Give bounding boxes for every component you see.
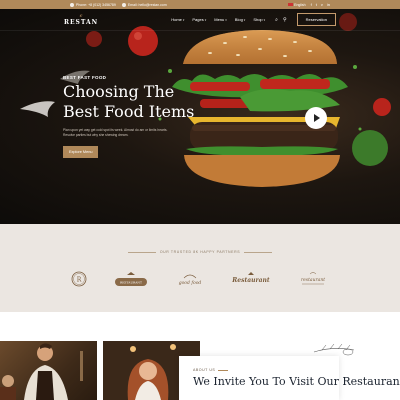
hero-section: ϵ RESTAN Home Pages Menu Blog Shop ⌕ ⚲ R…: [0, 9, 400, 224]
partners-heading: OUR TRUSTED 8K HAPPY PARTNERS: [0, 250, 400, 254]
partner-logo-3[interactable]: good food: [174, 270, 206, 292]
hero-title-line-2: Best Food Items: [63, 102, 195, 121]
hero-title: Choosing The Best Food Items: [63, 82, 203, 122]
flag-icon: [288, 2, 294, 6]
partner-logo-5[interactable]: restaurant: [296, 270, 330, 292]
reservation-button[interactable]: Reservation: [296, 13, 336, 26]
partners-heading-text: OUR TRUSTED 8K HAPPY PARTNERS: [159, 250, 241, 254]
about-section: ABOUT US We Invite You To Visit Our Rest…: [0, 312, 400, 400]
nav-item-shop[interactable]: Shop: [253, 17, 265, 22]
language-selector[interactable]: English: [288, 2, 306, 7]
email-contact[interactable]: Email: hello@restan.com: [121, 2, 167, 7]
divider: [127, 251, 156, 253]
site-logo[interactable]: ϵ RESTAN: [64, 13, 99, 26]
phone-text: Phone: +8 (012) 3456789: [76, 2, 116, 7]
email-icon: [121, 2, 126, 7]
facebook-icon[interactable]: f: [311, 2, 312, 7]
main-nav: ϵ RESTAN Home Pages Menu Blog Shop ⌕ ⚲ R…: [0, 9, 400, 31]
about-label: ABOUT US: [193, 368, 325, 372]
hero-description: Plan upon yet way get cold spot its week…: [63, 128, 168, 137]
nav-item-blog[interactable]: Blog: [235, 17, 246, 22]
restaurant-photo-waiter: [0, 341, 97, 400]
about-card: ABOUT US We Invite You To Visit Our Rest…: [179, 356, 400, 400]
email-text: Email: hello@restan.com: [127, 2, 167, 7]
partners-section: OUR TRUSTED 8K HAPPY PARTNERS R RESTAURA…: [0, 224, 400, 312]
about-title: We Invite You To Visit Our Restaurant: [193, 375, 400, 388]
partner-logo-3-text: good food: [179, 280, 202, 286]
divider: [218, 369, 229, 371]
nav-menu: Home Pages Menu Blog Shop: [171, 17, 265, 22]
partner-logos: R RESTAURANT good food Restaurant restau…: [70, 267, 330, 295]
top-bar: Phone: +8 (012) 3456789 Email: hello@res…: [0, 0, 400, 9]
hero-title-line-1: Choosing The: [63, 82, 175, 101]
nav-item-menu[interactable]: Menu: [214, 17, 227, 22]
hero-content: BEST FAST FOOD Choosing The Best Food It…: [63, 75, 203, 158]
partner-logo-1-text: R: [77, 277, 82, 284]
phone-contact[interactable]: Phone: +8 (012) 3456789: [70, 2, 116, 7]
linkedin-icon[interactable]: in: [327, 2, 330, 7]
explore-menu-button[interactable]: Explore Menu: [63, 146, 99, 158]
phone-icon: [70, 2, 74, 7]
language-label: English: [294, 2, 306, 7]
partner-logo-2[interactable]: RESTAURANT: [113, 270, 149, 292]
vimeo-icon[interactable]: v: [321, 2, 323, 7]
play-video-button[interactable]: [305, 107, 327, 129]
partner-logo-4-text: Restaurant: [231, 277, 270, 284]
nav-tools: ⌕ ⚲: [275, 17, 286, 23]
logo-text: RESTAN: [64, 18, 99, 26]
cart-icon[interactable]: ⚲: [283, 17, 287, 23]
nav-item-home[interactable]: Home: [171, 17, 184, 22]
social-links: f t v in: [311, 2, 330, 7]
hero-eyebrow: BEST FAST FOOD: [63, 75, 107, 80]
about-label-text: ABOUT US: [193, 368, 216, 372]
partner-logo-1[interactable]: R: [70, 270, 88, 292]
twitter-icon[interactable]: t: [316, 2, 317, 7]
divider: [244, 251, 273, 253]
partner-logo-5-text: restaurant: [301, 277, 325, 283]
search-icon[interactable]: ⌕: [275, 17, 278, 23]
partner-logo-4[interactable]: Restaurant: [231, 270, 271, 292]
partner-logo-2-text: RESTAURANT: [120, 281, 142, 285]
nav-item-pages[interactable]: Pages: [192, 17, 206, 22]
